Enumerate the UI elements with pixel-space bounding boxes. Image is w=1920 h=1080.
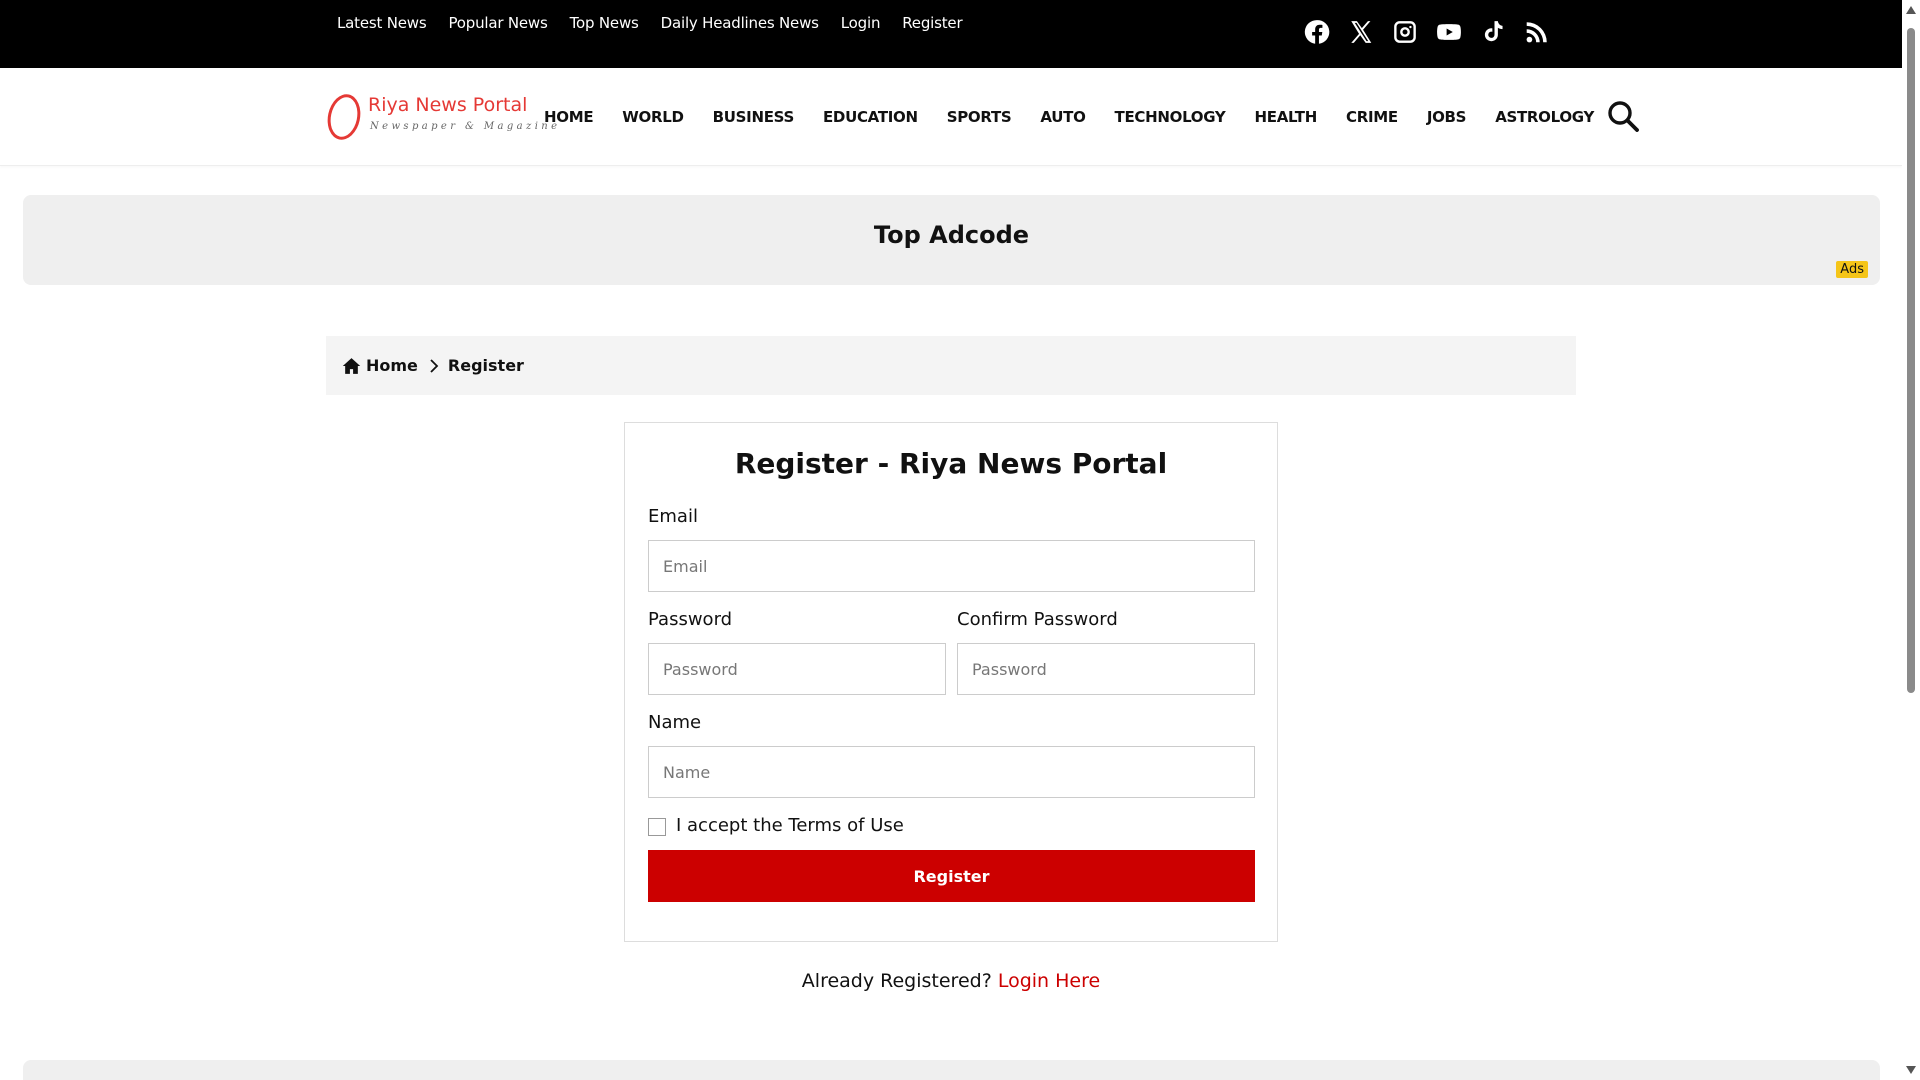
top-ad-banner[interactable]: Top Adcode Ads: [23, 195, 1880, 285]
breadcrumb: Home Register: [326, 336, 1576, 395]
logo-ring: [323, 91, 365, 143]
breadcrumb-home-label: Home: [366, 356, 418, 375]
site-logo[interactable]: Riya News Portal Newspaper & Magazine: [323, 91, 557, 143]
email-label: Email: [648, 506, 698, 527]
facebook-icon[interactable]: [1304, 19, 1330, 45]
home-icon: [342, 357, 361, 374]
password-label: Password: [648, 609, 733, 630]
top-link-register[interactable]: Register: [902, 14, 962, 32]
login-here-link[interactable]: Login Here: [998, 970, 1100, 992]
top-link-top-news[interactable]: Top News: [570, 14, 639, 32]
social-links: [1304, 19, 1550, 45]
chevron-right-icon: [428, 358, 440, 373]
nav-business[interactable]: BUSINESS: [713, 108, 795, 126]
nav-home[interactable]: HOME: [544, 108, 594, 126]
name-label: Name: [648, 712, 702, 733]
rss-icon[interactable]: [1524, 19, 1550, 45]
ad-badge: Ads: [1836, 261, 1868, 278]
breadcrumb-home[interactable]: Home: [342, 356, 418, 375]
register-form-card: Register - Riya News Portal Email Passwo…: [624, 422, 1278, 942]
form-title: Register - Riya News Portal: [734, 447, 1168, 480]
logo-title: Riya News Portal: [368, 94, 528, 116]
nav-world[interactable]: WORLD: [622, 108, 684, 126]
top-link-popular-news[interactable]: Popular News: [448, 14, 547, 32]
bottom-ad-banner: [23, 1060, 1880, 1080]
login-prompt: Already Registered? Login Here: [0, 970, 1902, 992]
register-button[interactable]: Register: [648, 850, 1255, 902]
instagram-icon[interactable]: [1392, 19, 1418, 45]
nav-technology[interactable]: TECHNOLOGY: [1115, 108, 1226, 126]
terms-label[interactable]: I accept the Terms of Use: [676, 815, 904, 836]
top-links: Latest News Popular News Top News Daily …: [337, 14, 963, 32]
nav-crime[interactable]: CRIME: [1346, 108, 1398, 126]
top-link-login[interactable]: Login: [841, 14, 881, 32]
top-link-daily-headlines[interactable]: Daily Headlines News: [661, 14, 819, 32]
name-input[interactable]: [648, 746, 1255, 798]
logo-subtitle: Newspaper & Magazine: [370, 121, 561, 132]
login-prompt-text: Already Registered?: [801, 970, 992, 992]
scrollbar-thumb[interactable]: [1907, 28, 1915, 693]
nav-sports[interactable]: SPORTS: [947, 108, 1012, 126]
confirm-password-label: Confirm Password: [957, 609, 1118, 630]
tiktok-icon[interactable]: [1480, 19, 1506, 45]
email-input[interactable]: [648, 540, 1255, 592]
confirm-password-input[interactable]: [957, 643, 1255, 695]
scroll-up-icon[interactable]: [1906, 6, 1916, 14]
youtube-icon[interactable]: [1436, 19, 1462, 45]
top-bar: Latest News Popular News Top News Daily …: [0, 0, 1902, 68]
terms-checkbox[interactable]: [648, 818, 666, 836]
top-link-latest-news[interactable]: Latest News: [337, 14, 427, 32]
scroll-down-icon[interactable]: [1906, 1066, 1916, 1074]
nav-education[interactable]: EDUCATION: [823, 108, 918, 126]
x-icon[interactable]: [1348, 19, 1374, 45]
nav-health[interactable]: HEALTH: [1255, 108, 1318, 126]
site-header: Riya News Portal Newspaper & Magazine HO…: [0, 68, 1902, 166]
nav-auto[interactable]: AUTO: [1040, 108, 1085, 126]
search-icon[interactable]: [1607, 100, 1641, 134]
breadcrumb-current: Register: [447, 356, 524, 375]
page-scrollbar[interactable]: [1902, 0, 1920, 1080]
password-input[interactable]: [648, 643, 946, 695]
nav-jobs[interactable]: JOBS: [1427, 108, 1467, 126]
main-nav: HOME WORLD BUSINESS EDUCATION SPORTS AUT…: [544, 108, 1623, 126]
ad-title: Top Adcode: [873, 221, 1030, 249]
nav-astrology[interactable]: ASTROLOGY: [1495, 108, 1594, 126]
